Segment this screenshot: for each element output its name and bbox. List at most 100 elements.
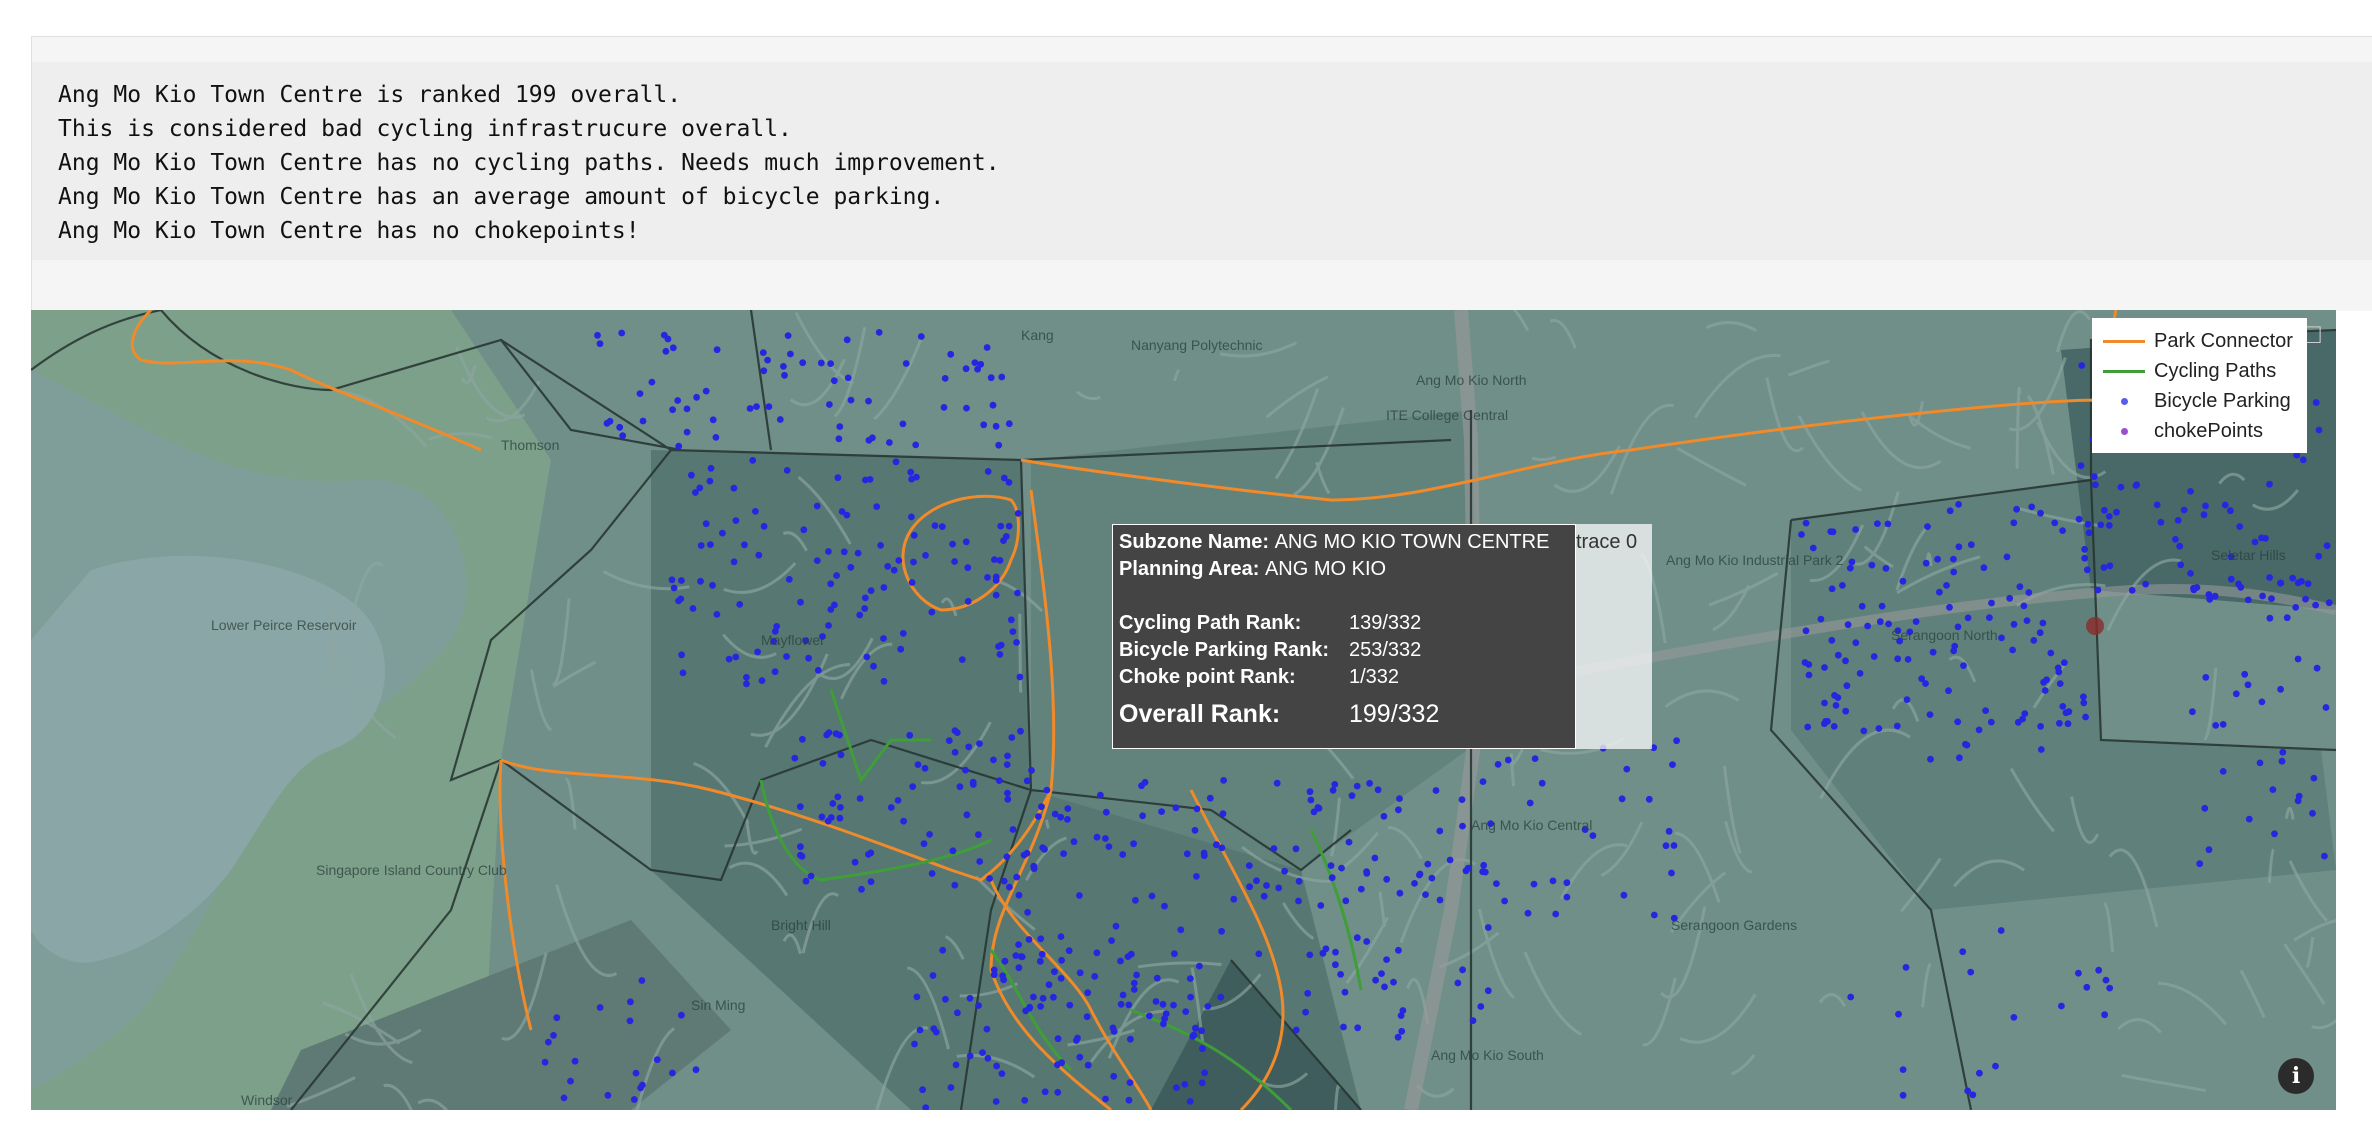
bicycle-parking-dot [1829, 528, 1837, 536]
bicycle-parking-dot [799, 359, 807, 367]
bicycle-parking-dot [1967, 541, 1975, 549]
place-label: Ang Mo Kio Industrial Park 2 [1666, 552, 1844, 568]
bicycle-parking-dot [1882, 565, 1890, 572]
info-icon[interactable]: i [2278, 1058, 2314, 1094]
bicycle-parking-dot [1005, 522, 1013, 530]
bicycle-parking-dot [2080, 693, 2087, 701]
bicycle-parking-dot [1821, 699, 1828, 707]
bicycle-parking-dot [1383, 956, 1390, 963]
bicycle-parking-dot [1172, 804, 1180, 812]
bicycle-parking-dot [929, 972, 937, 979]
bicycle-parking-dot [1084, 989, 1092, 997]
bicycle-parking-dot [638, 977, 646, 984]
bicycle-parking-dot [1281, 867, 1288, 875]
bicycle-parking-dot [626, 1017, 634, 1025]
bicycle-parking-dot [819, 760, 827, 767]
bicycle-parking-dot [835, 435, 843, 443]
bicycle-parking-dot [736, 601, 744, 608]
bicycle-parking-dot [862, 476, 869, 484]
bicycle-parking-dot [1366, 779, 1373, 787]
bicycle-parking-dot [949, 540, 956, 548]
bicycle-parking-dot [1422, 891, 1429, 898]
bicycle-parking-dot [1830, 723, 1838, 730]
comment-icon[interactable]: ◯ [2335, 318, 2336, 351]
bicycle-parking-dot [917, 333, 925, 340]
bicycle-parking-dot [1183, 850, 1191, 858]
bicycle-parking-dot [632, 1069, 640, 1077]
bicycle-parking-dot [1390, 978, 1397, 986]
bicycle-parking-dot [1895, 1010, 1902, 1018]
overall-rank-label: Overall Rank: [1119, 699, 1281, 728]
bicycle-parking-dot [877, 542, 884, 549]
bicycle-parking-dot [2064, 720, 2072, 728]
bicycle-parking-dot [791, 754, 799, 762]
bicycle-parking-dot [1618, 795, 1626, 803]
bicycle-parking-dot [1023, 777, 1031, 785]
bicycle-parking-dot [765, 403, 773, 410]
bicycle-parking-dot [1007, 616, 1015, 624]
legend-item-cycling-paths[interactable]: Cycling Paths [2102, 356, 2297, 386]
bicycle-parking-dot [1480, 861, 1488, 869]
bicycle-parking-dot [823, 731, 831, 739]
bicycle-parking-dot [2037, 746, 2045, 753]
bicycle-parking-dot [688, 471, 695, 479]
bicycle-parking-dot [678, 1011, 685, 1019]
bicycle-parking-dot [1353, 782, 1361, 790]
bicycle-parking-dot [1374, 786, 1382, 794]
legend-item-park-connector[interactable]: Park Connector [2102, 326, 2297, 356]
bicycle-parking-dot [668, 576, 676, 584]
choropleth-map[interactable]: Lower Peirce Reservoir Singapore Island … [31, 310, 2336, 1110]
bicycle-parking-dot [977, 360, 985, 368]
bicycle-parking-dot [1589, 832, 1597, 839]
bicycle-parking-dot [980, 421, 988, 429]
bicycle-parking-dot [827, 814, 835, 821]
bicycle-parking-dot [1014, 510, 1022, 517]
bicycle-parking-dot [873, 503, 881, 510]
bicycle-parking-dot [1801, 659, 1809, 666]
bicycle-parking-dot [908, 579, 916, 586]
bicycle-parking-dot [840, 548, 848, 556]
bicycle-parking-dot [1436, 896, 1444, 904]
bicycle-parking-dot [1432, 787, 1440, 794]
bicycle-parking-dot [1331, 781, 1339, 788]
legend-item-chokepoints[interactable]: chokePoints [2102, 416, 2297, 446]
bicycle-parking-dot [1332, 961, 1339, 969]
place-label: Kang [1021, 327, 1054, 343]
bicycle-parking-dot [920, 840, 928, 848]
bicycle-parking-dot [964, 564, 972, 572]
bicycle-parking-dot [1670, 842, 1678, 849]
bicycle-parking-dot [1002, 533, 1010, 540]
bicycle-parking-dot [922, 552, 929, 559]
bicycle-parking-dot [1182, 1008, 1190, 1015]
bicycle-parking-dot [1159, 1000, 1167, 1008]
bicycle-parking-dot [2266, 574, 2274, 581]
bicycle-parking-dot [2310, 774, 2318, 782]
bicycle-parking-dot [1058, 956, 1065, 964]
legend-item-bicycle-parking[interactable]: Bicycle Parking [2102, 386, 2297, 416]
bicycle-parking-dot [1929, 648, 1937, 656]
bicycle-parking-dot [984, 1054, 992, 1062]
bicycle-parking-dot [2020, 602, 2028, 610]
bicycle-parking-dot [693, 393, 700, 401]
hover-tooltip: Subzone Name: ANG MO KIO TOWN CENTRE Pla… [1112, 524, 1652, 749]
bicycle-parking-dot [1623, 765, 1631, 773]
bicycle-parking-dot [1189, 1032, 1197, 1040]
bicycle-parking-dot [1903, 696, 1911, 703]
bicycle-parking-dot [1357, 885, 1365, 893]
bicycle-parking-dot [1181, 1081, 1189, 1088]
bicycle-parking-dot [2172, 536, 2179, 543]
bicycle-parking-dot [1171, 950, 1178, 958]
bicycle-parking-dot [616, 423, 624, 431]
bicycle-parking-dot [2309, 809, 2316, 817]
bicycle-parking-dot [732, 517, 740, 524]
bicycle-parking-dot [771, 668, 779, 676]
bicycle-parking-dot [797, 843, 804, 851]
bicycle-parking-dot [785, 576, 793, 583]
bicycle-parking-dot [2294, 579, 2302, 587]
bicycle-parking-dot [991, 556, 998, 563]
bicycle-parking-dot [1955, 543, 1963, 551]
bicycle-parking-dot [880, 584, 888, 591]
bicycle-parking-dot [1015, 891, 1023, 899]
bicycle-parking-dot [827, 606, 835, 613]
bicycle-parking-dot [1161, 902, 1168, 910]
